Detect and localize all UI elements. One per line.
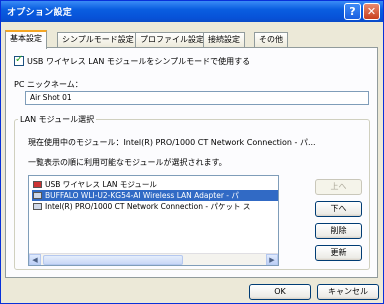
close-button[interactable]: ✕: [363, 3, 380, 20]
simple-mode-checkbox[interactable]: [14, 54, 24, 66]
module-order-info: 一覧表示の順に利用可能なモジュールが選択されます。: [28, 158, 227, 167]
scroll-thumb[interactable]: [43, 255, 183, 265]
title-bar[interactable]: オプション設定 ? ✕: [1, 1, 383, 22]
current-module-text: 現在使用中のモジュール：Intel(R) PRO/1000 CT Network…: [28, 138, 316, 147]
move-down-button[interactable]: 下へ: [315, 201, 362, 217]
list-item[interactable]: USB ワイヤレス LAN モジュール: [32, 179, 278, 190]
scroll-left-icon[interactable]: ◀: [29, 254, 41, 265]
help-button[interactable]: ?: [344, 3, 361, 20]
list-item[interactable]: Intel(R) PRO/1000 CT Network Connection …: [32, 201, 278, 212]
network-adapter-icon: [33, 181, 42, 188]
lan-module-group-label: LAN モジュール選択: [18, 114, 97, 125]
scroll-right-icon[interactable]: ▶: [266, 254, 278, 265]
ok-button[interactable]: OK: [249, 284, 311, 300]
update-button[interactable]: 更新: [315, 245, 362, 261]
tab-basic-settings[interactable]: 基本設定: [5, 30, 47, 49]
cancel-button[interactable]: キャンセル: [317, 284, 379, 300]
list-item-label: BUFFALO WLI-U2-KG54-AI Wireless LAN Adap…: [45, 191, 239, 200]
list-item-label: USB ワイヤレス LAN モジュール: [45, 180, 157, 189]
tab-other[interactable]: その他: [254, 32, 288, 48]
module-list[interactable]: USB ワイヤレス LAN モジュール BUFFALO WLI-U2-KG54-…: [28, 175, 279, 266]
list-item-label: Intel(R) PRO/1000 CT Network Connection …: [45, 202, 251, 211]
network-adapter-icon: [33, 192, 42, 199]
tab-connection-settings[interactable]: 接続設定: [203, 32, 245, 48]
simple-mode-label[interactable]: USB ワイヤレス LAN モジュールをシンプルモードで使用する: [27, 56, 250, 67]
delete-button[interactable]: 削除: [315, 223, 362, 239]
move-up-button[interactable]: 上へ: [315, 179, 362, 195]
tab-simple-mode-settings[interactable]: シンプルモード設定: [57, 32, 139, 48]
window-title: オプション設定: [7, 8, 73, 18]
pc-nickname-label: PC ニックネーム：: [14, 80, 83, 89]
list-item-selected[interactable]: BUFFALO WLI-U2-KG54-AI Wireless LAN Adap…: [32, 190, 278, 201]
network-adapter-icon: [33, 203, 42, 210]
tab-profile-settings[interactable]: プロファイル設定: [135, 32, 209, 48]
horizontal-scrollbar[interactable]: ◀ ▶: [29, 253, 278, 265]
pc-nickname-input[interactable]: Air Shot 01: [25, 91, 369, 105]
